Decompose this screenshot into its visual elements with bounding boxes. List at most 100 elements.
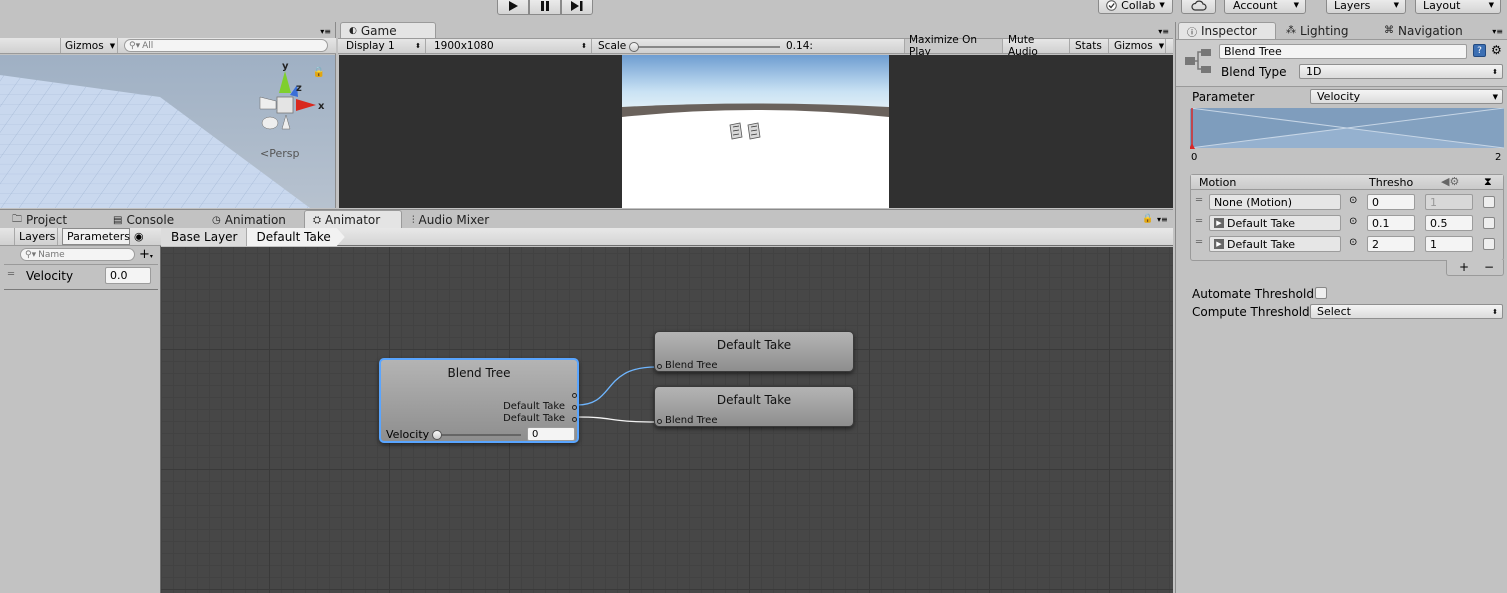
layout-dropdown[interactable]: Layout ▼ — [1415, 0, 1501, 14]
blend-weights-graph[interactable] — [1190, 108, 1504, 150]
persp-label[interactable]: <Persp — [260, 147, 299, 160]
motion-row[interactable]: ═ ▶ Default Take ⊙ 2 1 — [1191, 235, 1503, 254]
threshold-field[interactable]: 0 — [1367, 194, 1415, 210]
tab-game[interactable]: ◐ Game — [340, 22, 436, 39]
speed-value: 1 — [1430, 195, 1437, 209]
mirror-checkbox[interactable] — [1483, 196, 1495, 208]
output-port[interactable] — [572, 417, 577, 422]
tab-audio-mixer[interactable]: ⫶ Audio Mixer — [404, 211, 497, 229]
layers-dropdown[interactable]: Layers ▼ — [1326, 0, 1406, 14]
scene-orientation-gizmo[interactable]: y z x — [250, 63, 330, 135]
tab-parameters[interactable]: Parameters — [62, 228, 130, 245]
parameter-row[interactable]: ═ Velocity 0.0 — [4, 266, 158, 288]
tab-lighting[interactable]: ⁂ Lighting — [1278, 22, 1357, 39]
drag-handle-icon[interactable]: ═ — [8, 269, 14, 280]
breadcrumb-base-layer[interactable]: Base Layer — [161, 228, 247, 246]
remove-motion-button[interactable]: − — [1484, 260, 1494, 274]
compute-thresholds-dropdown[interactable]: Select ⬍ — [1310, 304, 1503, 319]
game-gizmos-dropdown[interactable]: Gizmos ▼ — [1110, 39, 1166, 53]
velocity-slider-thumb[interactable] — [432, 430, 442, 440]
scene-search-input[interactable]: ⚲▾ All — [124, 39, 328, 52]
panel-menu-icon[interactable]: ▾≡ — [1492, 27, 1503, 36]
automate-thresholds-checkbox[interactable] — [1315, 287, 1327, 299]
scene-gizmos-dropdown[interactable]: Gizmos ▼ — [60, 38, 118, 53]
default-take-node-1[interactable]: Default Take Blend Tree — [654, 331, 854, 372]
object-picker-icon[interactable]: ⊙ — [1349, 195, 1357, 206]
tab-animation-label: Animation — [224, 213, 286, 227]
tab-animation[interactable]: ◷ Animation — [204, 211, 294, 229]
blend-type-dropdown[interactable]: 1D ⬍ — [1299, 64, 1503, 79]
blend-tree-node[interactable]: Blend Tree Default Take Default Take Vel… — [379, 358, 579, 443]
account-dropdown[interactable]: Account ▼ — [1224, 0, 1306, 14]
add-motion-button[interactable]: + — [1459, 260, 1469, 274]
tab-project[interactable]: 🗀 Project — [4, 211, 75, 229]
scale-slider[interactable] — [629, 42, 780, 52]
threshold-field[interactable]: 2 — [1367, 236, 1415, 252]
chevron-down-icon: ▼ — [1488, 1, 1494, 9]
motion-object-field[interactable]: None (Motion) — [1209, 194, 1341, 210]
object-picker-icon[interactable]: ⊙ — [1349, 237, 1357, 248]
stats-toggle[interactable]: Stats — [1071, 39, 1109, 53]
parameter-dropdown[interactable]: Velocity ▼ — [1310, 89, 1503, 104]
blend-type-label: Blend Type — [1221, 65, 1287, 79]
animator-graph[interactable]: Blend Tree Default Take Default Take Vel… — [161, 247, 1173, 593]
eye-icon[interactable]: ◉ — [134, 230, 144, 243]
panel-menu-icon[interactable]: ▾≡ — [1157, 215, 1168, 224]
cloud-button[interactable] — [1181, 0, 1216, 14]
speed-field[interactable]: 0.5 — [1425, 215, 1473, 231]
collab-button[interactable]: Collab ▼ — [1098, 0, 1173, 14]
panel-menu-icon[interactable]: ▾≡ — [320, 27, 331, 36]
lock-icon[interactable]: 🔒 — [1142, 214, 1153, 224]
motion-row[interactable]: ═ None (Motion) ⊙ 0 1 — [1191, 193, 1503, 212]
resolution-dropdown[interactable]: 1900x1080 ⬍ — [430, 39, 592, 53]
tab-animator[interactable]: ⛭ Animator — [304, 210, 402, 229]
speed-clock-icon[interactable]: ◀⚙ — [1441, 175, 1459, 188]
output-port[interactable] — [572, 405, 577, 410]
game-viewport[interactable] — [339, 55, 1173, 208]
velocity-value-field[interactable]: 0 — [527, 427, 575, 441]
drag-handle-icon[interactable]: ═ — [1196, 237, 1202, 248]
tab-inspector[interactable]: ⓘ Inspector — [1178, 22, 1276, 39]
chevron-down-icon: ▼ — [1393, 1, 1399, 9]
scene-viewport[interactable]: 🔒 y z x <Persp — [0, 55, 335, 208]
mirror-icon[interactable]: ⧗ — [1484, 175, 1492, 189]
default-take-node-2[interactable]: Default Take Blend Tree — [654, 386, 854, 427]
panel-menu-icon[interactable]: ▾≡ — [1158, 27, 1169, 36]
motion-object-field[interactable]: ▶ Default Take — [1209, 215, 1341, 231]
input-port[interactable] — [657, 419, 662, 424]
chevron-down-icon: ▼ — [1293, 1, 1299, 9]
object-picker-icon[interactable]: ⊙ — [1349, 216, 1357, 227]
tab-layers[interactable]: Layers — [14, 228, 58, 245]
chevron-down-icon: ▼ — [1159, 1, 1165, 9]
tab-navigation[interactable]: ⌘ Navigation — [1376, 22, 1471, 39]
display-dropdown[interactable]: Display 1 ⬍ — [342, 39, 426, 53]
tab-console[interactable]: ▤ Console — [105, 211, 182, 229]
parameter-search-input[interactable]: ⚲▾ Name — [20, 248, 135, 261]
step-button[interactable] — [561, 0, 593, 15]
settings-gear-icon[interactable]: ⚙ — [1491, 43, 1502, 57]
object-name-field[interactable]: Blend Tree — [1219, 44, 1467, 59]
add-parameter-button[interactable]: +▾ — [139, 247, 153, 262]
output-port[interactable] — [572, 393, 577, 398]
motion-object-field[interactable]: ▶ Default Take — [1209, 236, 1341, 252]
mirror-checkbox[interactable] — [1483, 238, 1495, 250]
threshold-field[interactable]: 0.1 — [1367, 215, 1415, 231]
axis-y-cone — [279, 71, 291, 93]
speed-field[interactable]: 1 — [1425, 236, 1473, 252]
breadcrumb-default-take[interactable]: Default Take — [247, 228, 345, 246]
parameter-value-field[interactable]: 0.0 — [105, 267, 151, 284]
help-icon[interactable]: ? — [1473, 44, 1486, 57]
pause-button[interactable] — [529, 0, 561, 15]
play-button[interactable] — [497, 0, 529, 15]
mirror-checkbox[interactable] — [1483, 217, 1495, 229]
mute-audio-toggle[interactable]: Mute Audio — [1004, 34, 1070, 58]
drag-handle-icon[interactable]: ═ — [1196, 216, 1202, 227]
input-port[interactable] — [657, 364, 662, 369]
console-icon: ▤ — [113, 214, 123, 226]
speed-field[interactable]: 1 — [1425, 194, 1473, 210]
drag-handle-icon[interactable]: ═ — [1196, 195, 1202, 206]
motion-row[interactable]: ═ ▶ Default Take ⊙ 0.1 0.5 — [1191, 214, 1503, 233]
scale-slider-thumb[interactable] — [629, 42, 639, 52]
velocity-slider[interactable] — [432, 430, 521, 440]
maximize-on-play-toggle[interactable]: Maximize On Play — [904, 34, 1003, 58]
